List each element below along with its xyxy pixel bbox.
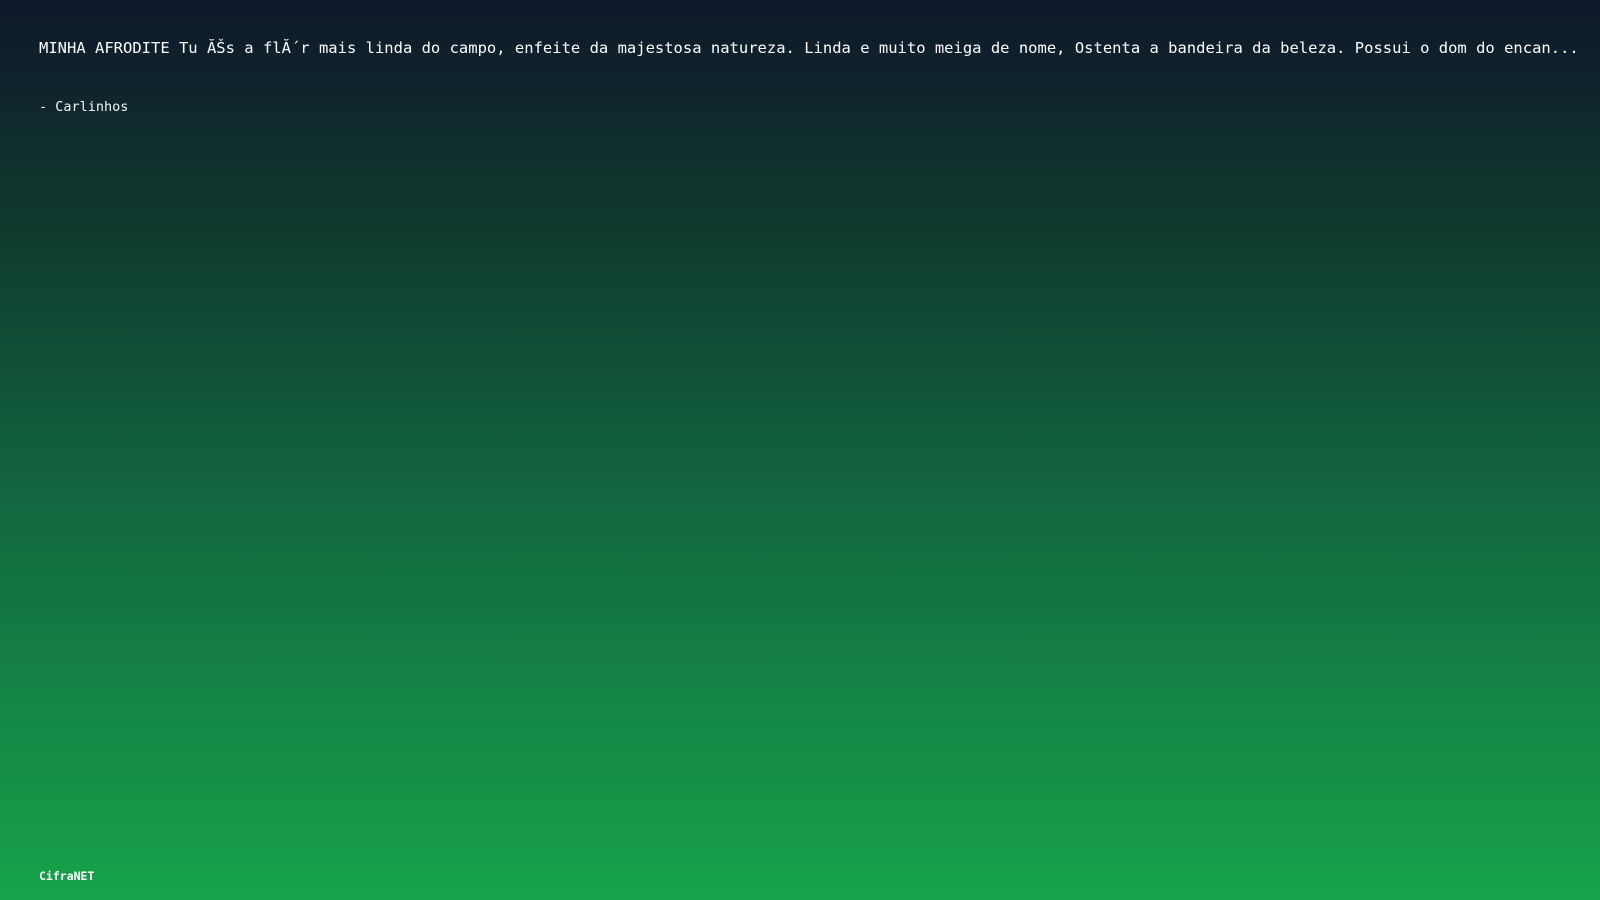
quote-author: - Carlinhos: [39, 99, 129, 115]
quote-card: MINHA AFRODITE Tu ĂŠs a flĂ´r mais linda…: [0, 0, 1600, 900]
brand-label: CifraNET: [39, 869, 95, 883]
quote-text: MINHA AFRODITE Tu ĂŠs a flĂ´r mais linda…: [39, 39, 1579, 57]
